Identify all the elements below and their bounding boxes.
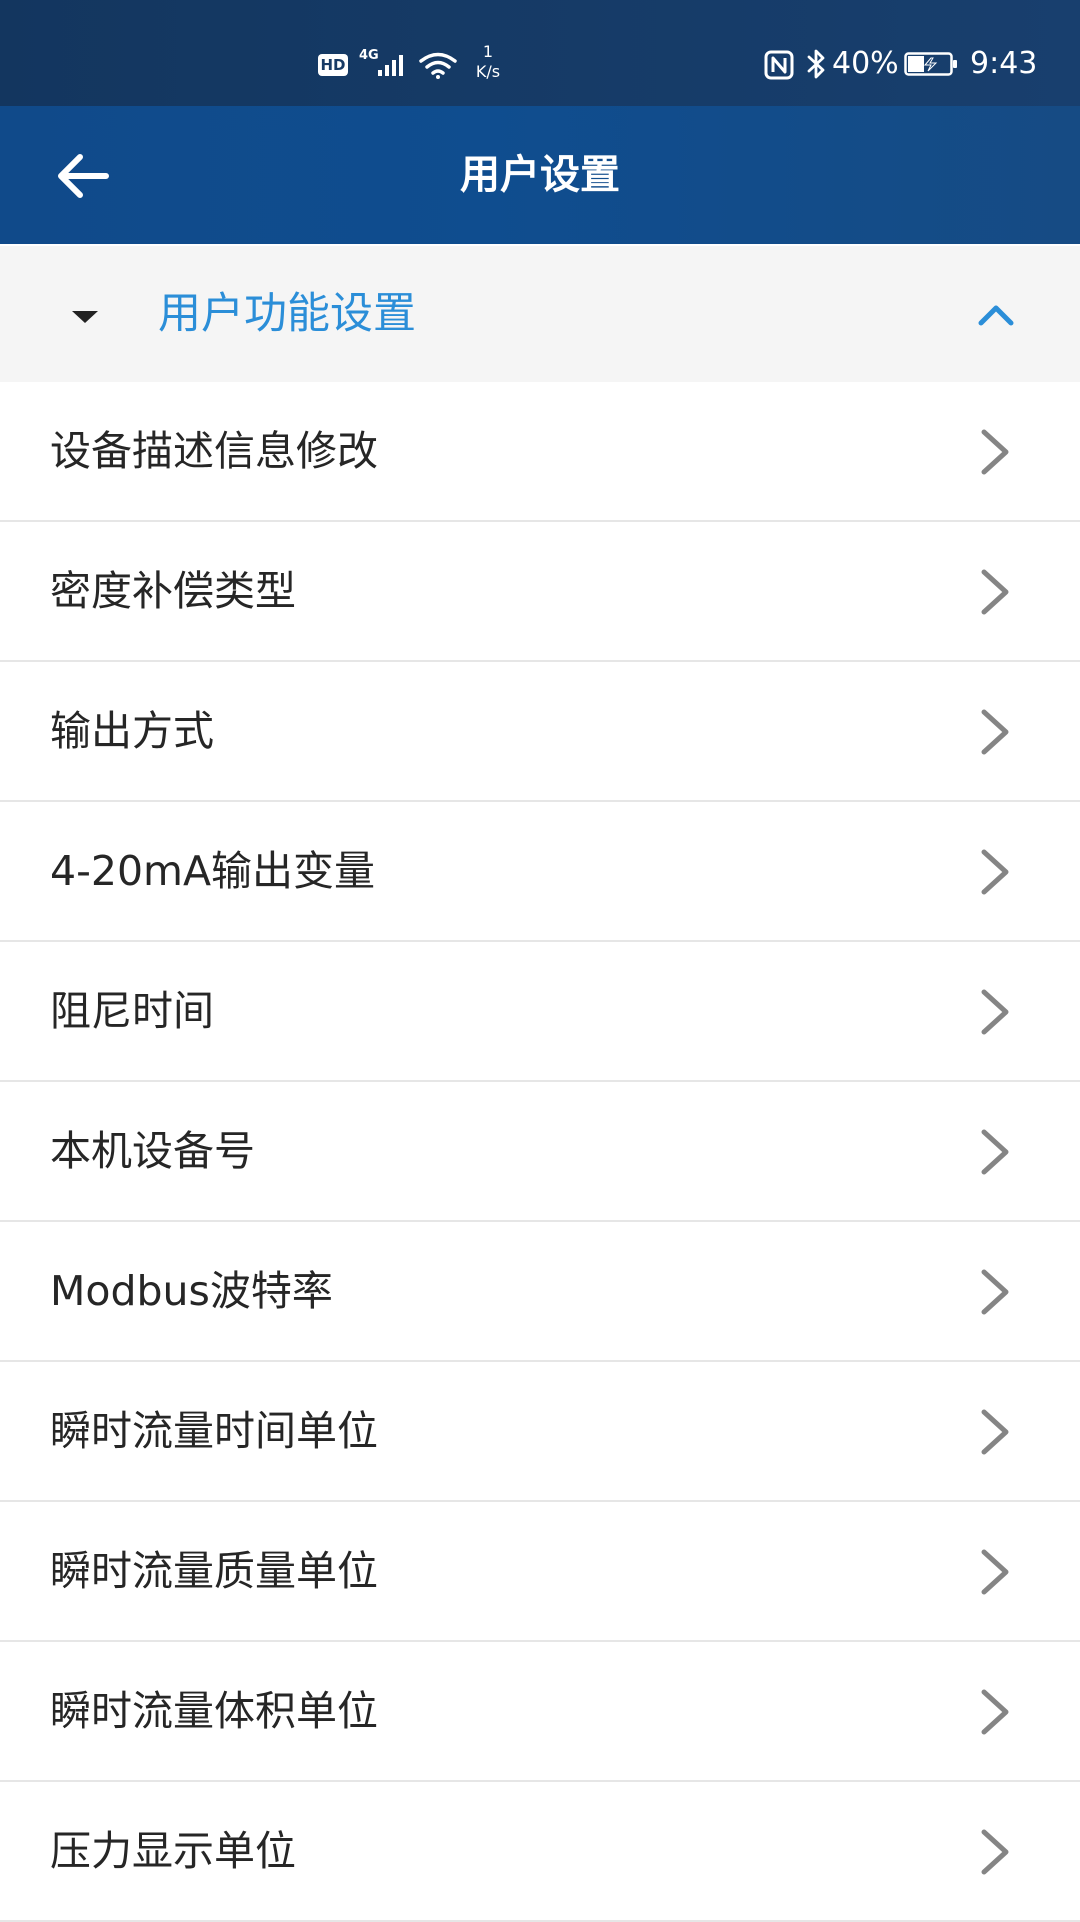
list-item-label: 瞬时流量质量单位	[50, 1547, 378, 1595]
clock: 9:43	[970, 46, 1038, 81]
list-item-label: 瞬时流量体积单位	[50, 1687, 378, 1735]
chevron-right-icon	[981, 1829, 1009, 1875]
section-header-user-functions[interactable]: 用户功能设置	[0, 246, 1080, 382]
list-item-label: 本机设备号	[50, 1127, 255, 1175]
list-item-label: Modbus波特率	[50, 1267, 333, 1315]
chevron-right-icon	[981, 1549, 1009, 1595]
nfc-icon	[764, 50, 794, 80]
chevron-right-icon	[981, 849, 1009, 895]
chevron-right-icon	[981, 1409, 1009, 1455]
app-bar: 用户设置	[0, 106, 1080, 244]
list-item[interactable]: 本机设备号	[0, 1082, 1080, 1222]
chevron-right-icon	[981, 429, 1009, 475]
bluetooth-icon	[807, 49, 825, 79]
chevron-right-icon	[981, 1269, 1009, 1315]
list-item-label: 设备描述信息修改	[50, 427, 378, 475]
page-title: 用户设置	[460, 152, 620, 198]
list-item-label: 瞬时流量时间单位	[50, 1407, 378, 1455]
chevron-right-icon	[981, 989, 1009, 1035]
list-item-label: 密度补偿类型	[50, 567, 296, 615]
battery-percent: 40%	[832, 46, 899, 81]
list-item[interactable]: 压力显示单位	[0, 1782, 1080, 1922]
list-item[interactable]: 输出方式	[0, 662, 1080, 802]
battery-charging-icon	[904, 52, 957, 76]
list-item[interactable]: 设备描述信息修改	[0, 382, 1080, 522]
status-bar: HD 4G 1 K/s 40% 9:43	[0, 0, 1080, 106]
list-item-label: 4-20mA输出变量	[50, 847, 376, 895]
chevron-right-icon	[981, 709, 1009, 755]
signal-icon	[378, 55, 403, 76]
hd-icon: HD	[318, 54, 348, 76]
list-item[interactable]: 密度补偿类型	[0, 522, 1080, 662]
chevron-right-icon	[981, 1689, 1009, 1735]
chevron-right-icon	[981, 1129, 1009, 1175]
list-item[interactable]: 瞬时流量质量单位	[0, 1502, 1080, 1642]
network-speed: 1 K/s	[468, 42, 508, 82]
caret-down-icon	[72, 311, 98, 323]
list-item[interactable]: 阻尼时间	[0, 942, 1080, 1082]
list-item-label: 阻尼时间	[50, 987, 214, 1035]
list-item[interactable]: 4-20mA输出变量	[0, 802, 1080, 942]
network-speed-value: 1	[482, 42, 494, 61]
list-item-label: 压力显示单位	[50, 1827, 296, 1875]
list-item[interactable]: Modbus波特率	[0, 1222, 1080, 1362]
back-button[interactable]	[40, 136, 130, 216]
list-item[interactable]: 瞬时流量体积单位	[0, 1642, 1080, 1782]
wifi-icon	[419, 52, 457, 79]
list-item-label: 输出方式	[50, 707, 214, 755]
section-title: 用户功能设置	[158, 289, 416, 339]
chevron-up-icon[interactable]	[976, 302, 1016, 328]
network-speed-unit: K/s	[475, 62, 501, 81]
list-item[interactable]: 瞬时流量时间单位	[0, 1362, 1080, 1502]
chevron-right-icon	[981, 569, 1009, 615]
arrow-left-icon	[58, 154, 109, 198]
settings-list: 设备描述信息修改 密度补偿类型 输出方式 4-20mA输出变量 阻尼时间本机设备号 Mod…	[0, 382, 1080, 1922]
